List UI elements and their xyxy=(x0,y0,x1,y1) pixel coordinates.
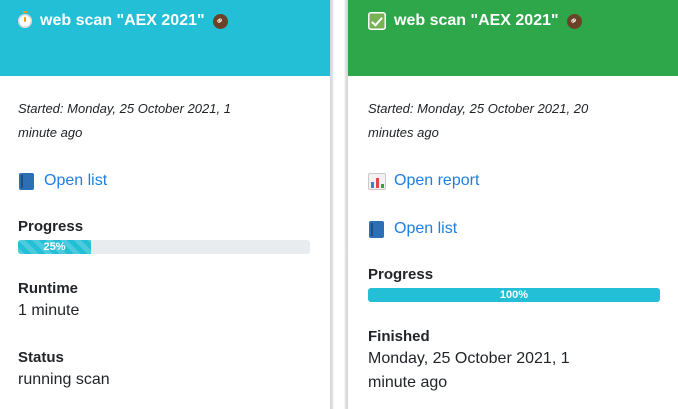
progress-bar-fill: 25% xyxy=(18,240,91,254)
card-header: web scan "AEX 2021" ⚭ xyxy=(348,0,678,76)
card-header: web scan "AEX 2021" ⚭ xyxy=(0,0,330,76)
progress-bar-track: 100% xyxy=(368,288,660,302)
open-list-label: Open list xyxy=(44,172,108,189)
progress-text: 25% xyxy=(43,241,66,253)
card-title: web scan "AEX 2021" xyxy=(394,12,559,29)
card-body: Started: Monday, 25 October 2021, 20 min… xyxy=(348,76,678,395)
card-title-row: web scan "AEX 2021" ⚭ xyxy=(368,10,582,32)
started-text: Started: Monday, 25 October 2021, 20 min… xyxy=(368,101,589,140)
status-label: Status xyxy=(18,349,64,366)
open-report-link[interactable]: Open report xyxy=(368,170,660,192)
open-list-link[interactable]: Open list xyxy=(368,218,660,240)
status-value: running scan xyxy=(18,371,110,388)
timer-icon xyxy=(18,11,32,28)
started-text: Started: Monday, 25 October 2021, 1 minu… xyxy=(18,101,231,140)
finished-value: Monday, 25 October 2021, 1 minute ago xyxy=(368,350,570,391)
progress-text: 100% xyxy=(499,289,529,301)
progress-section: Progress 25% xyxy=(18,217,312,254)
check-icon xyxy=(368,12,386,30)
runtime-section: Runtime 1 minute xyxy=(18,279,312,323)
scan-card-finished: web scan "AEX 2021" ⚭ Started: Monday, 2… xyxy=(348,0,678,409)
open-list-label: Open list xyxy=(394,220,458,237)
open-list-link[interactable]: Open list xyxy=(18,170,312,192)
runtime-label: Runtime xyxy=(18,280,78,297)
progress-section: Progress 100% xyxy=(368,265,660,302)
link-icon[interactable]: ⚭ xyxy=(212,13,228,29)
progress-bar-fill: 100% xyxy=(368,288,660,302)
finished-section: Finished Monday, 25 October 2021, 1 minu… xyxy=(368,327,660,395)
scan-card-running: web scan "AEX 2021" ⚭ Started: Monday, 2… xyxy=(0,0,330,409)
card-title: web scan "AEX 2021" xyxy=(40,12,205,29)
progress-bar-track: 25% xyxy=(18,240,310,254)
finished-label: Finished xyxy=(368,328,430,345)
card-body: Started: Monday, 25 October 2021, 1 minu… xyxy=(0,76,330,392)
card-divider xyxy=(330,0,348,409)
runtime-value: 1 minute xyxy=(18,302,80,319)
link-icon[interactable]: ⚭ xyxy=(566,13,582,29)
bar-chart-icon xyxy=(368,172,386,190)
status-section: Status running scan xyxy=(18,348,312,392)
progress-label: Progress xyxy=(18,218,84,235)
book-icon xyxy=(368,220,386,238)
card-title-row: web scan "AEX 2021" ⚭ xyxy=(18,10,228,32)
progress-label: Progress xyxy=(368,266,434,283)
book-icon xyxy=(18,172,36,190)
open-report-label: Open report xyxy=(394,172,480,189)
